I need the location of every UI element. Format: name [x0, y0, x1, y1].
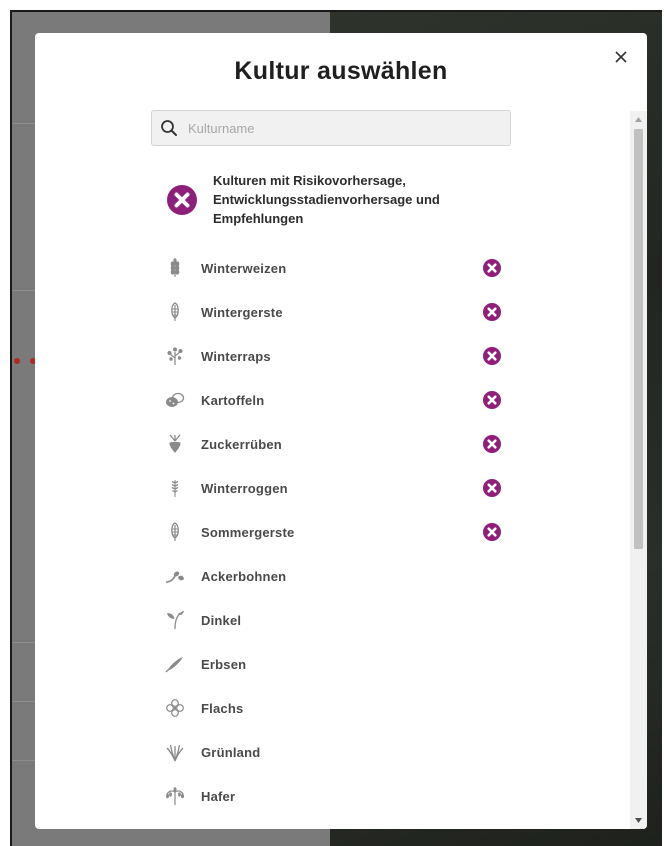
grass-icon	[165, 742, 185, 762]
crop-label: Flachs	[201, 700, 244, 716]
crop-item[interactable]: Sommergerste	[165, 510, 505, 554]
arrow-down-icon	[635, 818, 642, 823]
forecast-badge-icon	[483, 523, 501, 541]
forecast-badge-icon	[483, 391, 501, 409]
crop-label: Hafer	[201, 788, 236, 804]
crop-item[interactable]: Hafer	[165, 774, 505, 818]
barley-icon	[165, 522, 185, 542]
crop-label: Ackerbohnen	[201, 568, 287, 584]
crop-label: Dinkel	[201, 612, 242, 628]
search-input[interactable]	[186, 110, 510, 146]
crop-item[interactable]: Grünland	[165, 730, 505, 774]
crop-label: Winterweizen	[201, 260, 287, 276]
crop-label: Zuckerrüben	[201, 436, 282, 452]
barley-icon	[165, 302, 185, 322]
crop-label: Winterraps	[201, 348, 271, 364]
scrollbar[interactable]	[630, 111, 647, 829]
forecast-badge-icon	[483, 347, 501, 365]
forecast-badge-icon	[483, 479, 501, 497]
legend-text: Kulturen mit Risikovorhersage, Entwicklu…	[213, 173, 440, 226]
crop-label: Winterroggen	[201, 480, 288, 496]
forecast-badge-icon	[483, 303, 501, 321]
crop-item[interactable]: Flachs	[165, 686, 505, 730]
rapeseed-icon	[165, 346, 185, 366]
crop-label: Sommergerste	[201, 524, 295, 540]
modal-title: Kultur auswählen	[234, 57, 448, 85]
crop-item[interactable]: Winterweizen	[165, 246, 505, 290]
scrollbar-thumb[interactable]	[634, 129, 643, 549]
crop-label: Grünland	[201, 744, 261, 760]
arrow-up-icon	[635, 117, 642, 122]
crop-item[interactable]: Winterraps	[165, 334, 505, 378]
scroll-down-button[interactable]	[630, 812, 647, 829]
search-box	[151, 110, 511, 146]
pea-icon	[165, 654, 185, 674]
wheat-icon	[165, 258, 185, 278]
potato-icon	[165, 390, 185, 410]
crop-item[interactable]: Winterroggen	[165, 466, 505, 510]
crop-item[interactable]: Dinkel	[165, 598, 505, 642]
crop-label: Erbsen	[201, 656, 247, 672]
crop-item[interactable]: Wintergerste	[165, 290, 505, 334]
flax-icon	[165, 698, 185, 718]
crop-label: Wintergerste	[201, 304, 283, 320]
crop-label: Kartoffeln	[201, 392, 265, 408]
crop-item[interactable]: Zuckerrüben	[165, 422, 505, 466]
crop-item[interactable]: Kartoffeln	[165, 378, 505, 422]
forecast-badge-icon	[167, 184, 197, 215]
scroll-up-button[interactable]	[630, 111, 647, 128]
sugarbeet-icon	[165, 434, 185, 454]
forecast-badge-icon	[483, 435, 501, 453]
sprout-icon	[165, 610, 185, 630]
crop-item[interactable]: Erbsen	[165, 642, 505, 686]
forecast-legend: Kulturen mit Risikovorhersage, Entwicklu…	[167, 171, 493, 228]
rye-icon	[165, 478, 185, 498]
forecast-badge-icon	[483, 259, 501, 277]
crop-select-modal: Kultur auswählen Kulturen mit Risikovorh…	[35, 33, 647, 829]
search-icon	[152, 119, 186, 137]
crop-item[interactable]: Ackerbohnen	[165, 554, 505, 598]
crop-list: Winterweizen Wintergerste Winterraps Kar…	[165, 246, 505, 818]
bean-icon	[165, 566, 185, 586]
backdrop-marker	[14, 358, 20, 364]
oat-icon	[165, 786, 185, 806]
